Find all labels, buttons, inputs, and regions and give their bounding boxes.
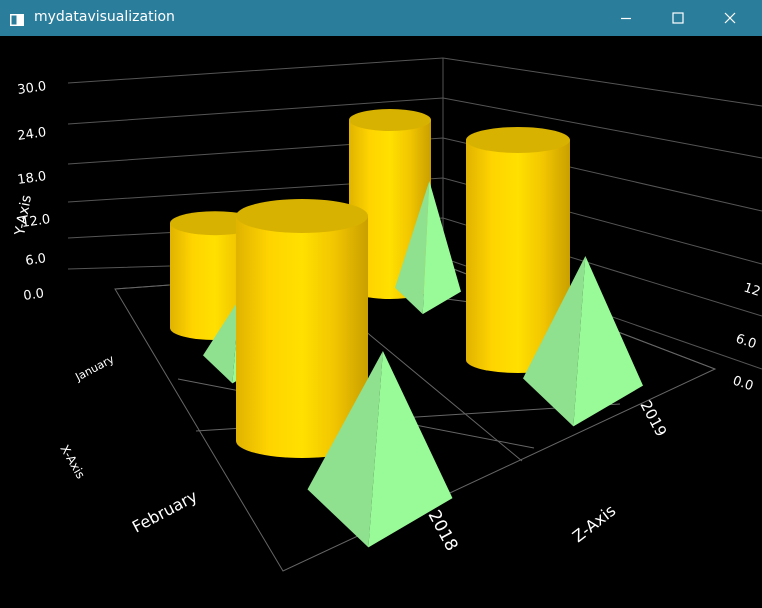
z-category-2019: 2019 <box>636 397 670 439</box>
y-axis-label: Y-Axis <box>12 194 35 238</box>
z-category-2018: 2018 <box>424 507 462 555</box>
maximize-button[interactable] <box>655 0 701 36</box>
cylinder-top <box>466 127 570 153</box>
window-title: mydatavisualization <box>34 9 175 25</box>
chart-marks <box>170 109 643 548</box>
minimize-icon <box>621 17 631 20</box>
y-tick: 6.0 <box>24 251 47 269</box>
pyramid-face-right <box>422 181 461 315</box>
right-tick: 6.0 <box>734 332 758 353</box>
z-axis-label: Z-Axis <box>569 501 620 546</box>
y-tick: 0.0 <box>22 286 45 304</box>
pyramid-face-right <box>573 256 643 427</box>
app-icon <box>10 11 24 26</box>
x-category-january: January <box>72 352 116 384</box>
close-button[interactable] <box>707 0 753 36</box>
x-category-february: February <box>129 486 201 536</box>
title-bar[interactable]: mydatavisualization <box>0 0 762 36</box>
y-tick: 30.0 <box>16 79 47 98</box>
maximize-icon <box>672 12 684 24</box>
y-tick: 18.0 <box>16 169 47 188</box>
close-icon <box>724 12 736 24</box>
y-tick: 24.0 <box>16 125 47 144</box>
chart-area[interactable]: 30.0 24.0 18.0 12.0 6.0 0.0 Y-Axis 0.0 6… <box>0 36 762 608</box>
right-wall-ticks: 0.0 6.0 12 <box>731 281 762 395</box>
x-axis-label: X-Axis <box>57 443 87 482</box>
app-window: mydatavisualization 30.0 24.0 18.0 12.0 … <box>0 0 762 608</box>
y-axis-ticks: 30.0 24.0 18.0 12.0 6.0 0.0 <box>16 79 51 304</box>
right-tick: 0.0 <box>731 374 755 395</box>
cylinder-top <box>349 109 431 131</box>
cylinder-top <box>236 199 368 233</box>
minimize-button[interactable] <box>603 0 649 36</box>
bar-3d-chart[interactable]: 30.0 24.0 18.0 12.0 6.0 0.0 Y-Axis 0.0 6… <box>0 36 762 608</box>
right-tick: 12 <box>742 281 762 300</box>
